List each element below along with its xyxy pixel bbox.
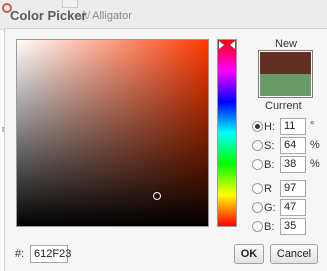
- hue-field[interactable]: 11: [280, 118, 306, 135]
- saturation-radio[interactable]: [252, 140, 263, 151]
- background-tab: [62, 0, 78, 8]
- green-radio[interactable]: [252, 202, 263, 213]
- brightness-radio[interactable]: [252, 159, 263, 170]
- hue-unit: °: [310, 120, 315, 132]
- cancel-button[interactable]: Cancel: [270, 244, 318, 264]
- ok-button[interactable]: OK: [234, 244, 264, 264]
- current-color-swatch[interactable]: [260, 74, 311, 96]
- hex-label: #:: [15, 248, 25, 260]
- current-color-label: Current: [265, 100, 302, 112]
- green-label: G:: [264, 202, 276, 214]
- hue-label: H:: [264, 121, 275, 133]
- new-color-label: New: [275, 38, 298, 50]
- saturation-field[interactable]: 64: [280, 137, 306, 154]
- brightness-label: B:: [264, 159, 275, 171]
- hue-slider[interactable]: [217, 39, 237, 227]
- red-radio[interactable]: [252, 183, 263, 194]
- hue-radio[interactable]: [252, 121, 263, 132]
- saturation-label: S:: [264, 140, 275, 152]
- slider-arrow-icon[interactable]: [219, 41, 224, 49]
- dialog-title: Color Picker: [10, 8, 87, 23]
- red-label: R: [264, 183, 272, 195]
- new-color-swatch: [260, 52, 311, 74]
- color-preview: [258, 50, 313, 98]
- blue-radio[interactable]: [252, 221, 263, 232]
- green-field[interactable]: 47: [280, 199, 306, 216]
- saturation-unit: %: [310, 139, 320, 151]
- blue-field[interactable]: 35: [280, 218, 306, 235]
- saturation-brightness-field[interactable]: [16, 39, 209, 227]
- brightness-field[interactable]: 38: [280, 156, 306, 173]
- hex-field[interactable]: 612F23: [30, 245, 71, 263]
- blue-label: B:: [264, 221, 275, 233]
- crosshair-circle-icon[interactable]: [153, 192, 161, 200]
- slider-arrow-icon[interactable]: [230, 41, 235, 49]
- brightness-unit: %: [310, 158, 320, 170]
- red-field[interactable]: 97: [280, 180, 306, 197]
